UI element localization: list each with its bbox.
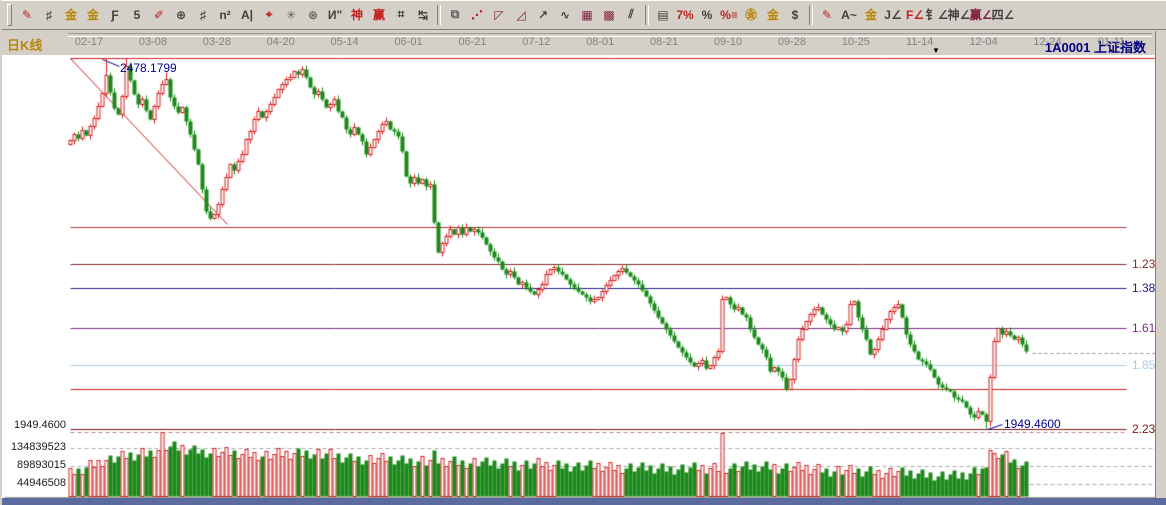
right-window-border [1155, 31, 1166, 498]
app-window: ✎♯金金Ƒ5✐⊕♯n²A|⌖✳⊛И"神赢⌗↹⧉⋰◸◿↗∿▦▩⫽▤7%%%≡㊎金$… [0, 0, 1166, 505]
kline-chart[interactable] [2, 0, 1166, 505]
window-bottom-border [2, 498, 1166, 505]
